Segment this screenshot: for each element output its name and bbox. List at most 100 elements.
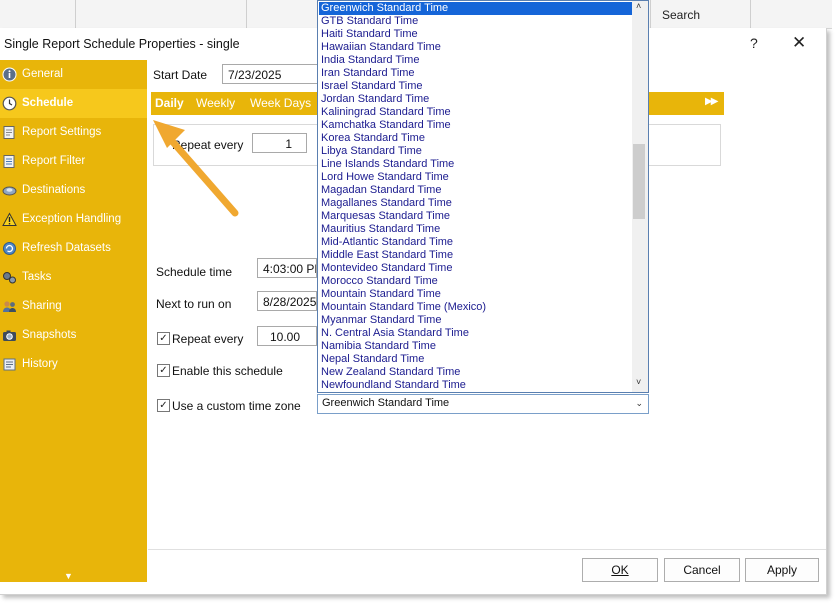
annotation-arrow-icon	[153, 120, 239, 217]
timezone-option[interactable]: Magallanes Standard Time	[319, 197, 634, 210]
history-icon	[3, 358, 16, 371]
timezone-option[interactable]: Kamchatka Standard Time	[319, 119, 634, 132]
search-button[interactable]: Search	[662, 8, 700, 22]
enable-schedule-checkbox[interactable]: ✓	[157, 364, 170, 377]
timezone-option[interactable]: N. Central Asia Standard Time	[319, 327, 634, 340]
next-run-label: Next to run on	[156, 297, 232, 311]
sharing-icon	[3, 301, 16, 312]
close-button[interactable]: ✕	[792, 33, 806, 53]
sidebar-item-label: Tasks	[22, 271, 52, 283]
clock-icon	[2, 96, 17, 111]
sidebar-item-report-filter[interactable]: Report Filter	[0, 147, 147, 176]
timezone-option[interactable]: Marquesas Standard Time	[319, 210, 634, 223]
ok-button[interactable]: OK	[582, 558, 658, 582]
sidebar-item-general[interactable]: General	[0, 60, 147, 89]
timezone-option-selected[interactable]: Greenwich Standard Time	[319, 2, 634, 15]
timezone-option[interactable]: Magadan Standard Time	[319, 184, 634, 197]
timezone-option[interactable]: Israel Standard Time	[319, 80, 634, 93]
timezone-option[interactable]: Korea Standard Time	[319, 132, 634, 145]
destinations-icon	[2, 186, 17, 196]
sidebar-item-refresh-datasets[interactable]: Refresh Datasets	[0, 234, 147, 263]
timezone-option[interactable]: Mountain Standard Time	[319, 288, 634, 301]
toolbar-divider	[246, 0, 247, 28]
sidebar-item-history[interactable]: History	[0, 350, 147, 379]
sidebar-item-label: Refresh Datasets	[22, 242, 111, 254]
timezone-selected-value: Greenwich Standard Time	[322, 397, 450, 409]
sidebar-item-schedule[interactable]: Schedule	[0, 89, 147, 118]
sidebar-item-label: Schedule	[22, 97, 74, 109]
sidebar-item-sharing[interactable]: Sharing	[0, 292, 147, 321]
timezone-option[interactable]: Haiti Standard Time	[319, 28, 634, 41]
sidebar-item-snapshots[interactable]: Snapshots	[0, 321, 147, 350]
sidebar-item-exception-handling[interactable]: Exception Handling	[0, 205, 147, 234]
timezone-option[interactable]: GTB Standard Time	[319, 15, 634, 28]
apply-button[interactable]: Apply	[745, 558, 819, 582]
timezone-dropdown-list[interactable]: Greenwich Standard Time GTB Standard Time…	[317, 0, 649, 393]
cancel-button[interactable]: Cancel	[664, 558, 740, 582]
timezone-option[interactable]: India Standard Time	[319, 54, 634, 67]
scrollbar-thumb[interactable]	[633, 144, 645, 219]
filter-icon	[3, 155, 15, 168]
timezone-list-scrollbar[interactable]: ˄ ˅	[632, 1, 648, 392]
repeat-every-checkbox[interactable]: ✓	[157, 332, 170, 345]
tab-week-days[interactable]: Week Days	[250, 92, 311, 115]
timezone-option[interactable]: Morocco Standard Time	[319, 275, 634, 288]
refresh-icon	[3, 242, 16, 255]
custom-timezone-checkbox[interactable]: ✓	[157, 399, 170, 412]
toolbar-divider	[750, 0, 751, 28]
sidebar-item-label: Report Settings	[22, 126, 102, 138]
sidebar-item-label: Report Filter	[22, 155, 86, 167]
repeat-every-label: Repeat every	[172, 332, 244, 346]
schedule-time-field[interactable]: 4:03:00 PM	[257, 258, 317, 278]
start-date-field[interactable]: 7/23/2025	[222, 64, 318, 84]
sidebar-item-label: Exception Handling	[22, 213, 122, 225]
timezone-option[interactable]: New Zealand Standard Time	[319, 366, 634, 379]
tab-scroll-right-icon[interactable]: ▶▶	[705, 96, 718, 107]
timezone-option[interactable]: Line Islands Standard Time	[319, 158, 634, 171]
timezone-option[interactable]: Myanmar Standard Time	[319, 314, 634, 327]
footer-divider	[148, 549, 826, 550]
sidebar-item-label: Sharing	[22, 300, 62, 312]
timezone-option[interactable]: Hawaiian Standard Time	[319, 41, 634, 54]
sidebar-item-tasks[interactable]: Tasks	[0, 263, 147, 292]
timezone-option[interactable]: Namibia Standard Time	[319, 340, 634, 353]
timezone-option[interactable]: Montevideo Standard Time	[319, 262, 634, 275]
warning-icon	[2, 212, 17, 226]
sidebar: General Schedule Report Settings Report …	[0, 60, 147, 582]
ok-label: OK	[611, 563, 629, 577]
sidebar-scroll-down-icon[interactable]: ▼	[64, 571, 73, 581]
sidebar-item-destinations[interactable]: Destinations	[0, 176, 147, 205]
timezone-option[interactable]: Mountain Standard Time (Mexico)	[319, 301, 634, 314]
timezone-option[interactable]: Nepal Standard Time	[319, 353, 634, 366]
dialog-title: Single Report Schedule Properties - sing…	[4, 37, 240, 51]
timezone-option[interactable]: Mid-Atlantic Standard Time	[319, 236, 634, 249]
timezone-option[interactable]: Jordan Standard Time	[319, 93, 634, 106]
sidebar-item-label: Destinations	[22, 184, 86, 196]
sidebar-item-label: Snapshots	[22, 329, 77, 341]
help-button[interactable]: ?	[750, 35, 758, 51]
repeat-interval-value: 10.00	[269, 330, 300, 344]
sidebar-item-report-settings[interactable]: Report Settings	[0, 118, 147, 147]
cancel-label: Cancel	[683, 563, 721, 577]
chevron-down-icon[interactable]: ⌄	[635, 398, 643, 409]
next-run-field[interactable]: 8/28/2025	[257, 291, 317, 311]
timezone-option[interactable]: Iran Standard Time	[319, 67, 634, 80]
scroll-down-icon[interactable]: ˅	[636, 377, 641, 387]
repeat-interval-spinner[interactable]: 10.00	[257, 326, 317, 346]
timezone-option[interactable]: Lord Howe Standard Time	[319, 171, 634, 184]
custom-timezone-label: Use a custom time zone	[172, 399, 301, 413]
repeat-every-spinner[interactable]: 1	[252, 133, 307, 153]
sidebar-item-label: History	[22, 358, 58, 370]
apply-label: Apply	[766, 563, 798, 577]
timezone-option[interactable]: Kaliningrad Standard Time	[319, 106, 634, 119]
sidebar-item-label: General	[22, 68, 63, 80]
start-date-label: Start Date	[153, 68, 208, 82]
timezone-option[interactable]: Mauritius Standard Time	[319, 223, 634, 236]
timezone-option[interactable]: Middle East Standard Time	[319, 249, 634, 262]
timezone-combobox[interactable]: Greenwich Standard Time ⌄	[317, 394, 649, 414]
scroll-up-icon[interactable]: ˄	[636, 1, 641, 11]
timezone-option[interactable]: Newfoundland Standard Time	[319, 379, 634, 392]
timezone-option[interactable]: Libya Standard Time	[319, 145, 634, 158]
tasks-icon	[3, 272, 16, 284]
schedule-time-label: Schedule time	[156, 265, 233, 279]
